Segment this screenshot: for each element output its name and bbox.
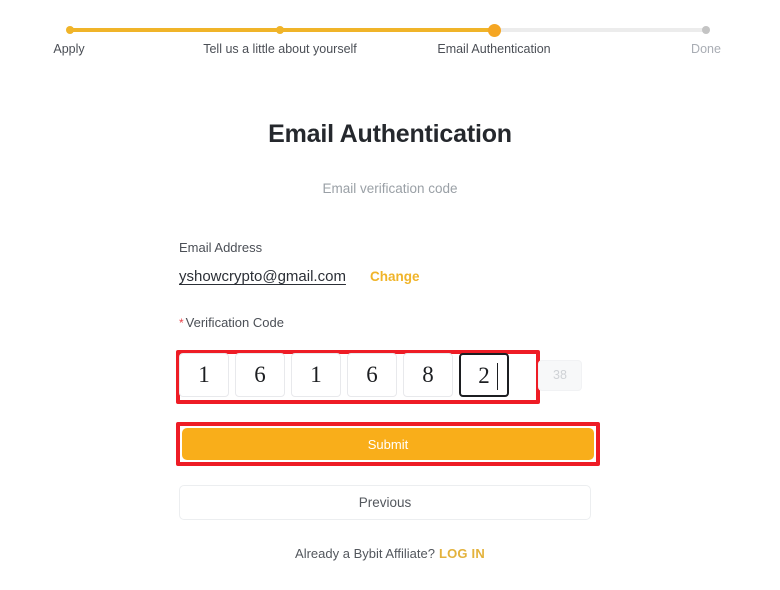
previous-button[interactable]: Previous — [179, 485, 591, 520]
footer-text: Already a Bybit Affiliate? — [295, 546, 435, 561]
submit-button[interactable]: Submit — [182, 428, 594, 460]
stepper-dot-email-authentication — [488, 23, 501, 37]
verification-code-inputs: 1 6 1 6 8 2 38 — [179, 353, 582, 397]
progress-stepper: Apply Tell us a little about yourself Em… — [0, 22, 780, 92]
change-email-link[interactable]: Change — [370, 269, 420, 284]
email-row: yshowcrypto@gmail.com Change — [179, 268, 591, 285]
stepper-dot-done — [702, 26, 710, 34]
code-digit-3[interactable]: 1 — [291, 353, 341, 397]
stepper-label-done: Done — [691, 42, 721, 56]
code-digit-6[interactable]: 2 — [459, 353, 509, 397]
stepper-dot-about-you — [276, 26, 284, 34]
stepper-label-apply: Apply — [53, 42, 85, 56]
footer-login-prompt: Already a Bybit Affiliate? LOG IN — [0, 546, 780, 561]
verification-code-label-text: Verification Code — [185, 315, 284, 330]
email-authentication-page: Apply Tell us a little about yourself Em… — [0, 0, 780, 590]
required-asterisk-icon: * — [179, 316, 184, 330]
page-subtitle: Email verification code — [322, 181, 458, 196]
stepper-label-email-authentication: Email Authentication — [437, 42, 551, 56]
stepper-dot-apply — [66, 26, 74, 34]
code-digit-6-value: 2 — [478, 363, 490, 388]
verification-form: Email Address yshowcrypto@gmail.com Chan… — [176, 240, 600, 520]
email-address-label: Email Address — [179, 240, 263, 255]
verification-code-label: * Verification Code — [179, 315, 591, 330]
code-digit-1[interactable]: 1 — [179, 353, 229, 397]
code-digit-4[interactable]: 6 — [347, 353, 397, 397]
stepper-label-about-you: Tell us a little about yourself — [203, 42, 357, 56]
code-digit-2[interactable]: 6 — [235, 353, 285, 397]
code-digit-5[interactable]: 8 — [403, 353, 453, 397]
email-address-value: yshowcrypto@gmail.com — [179, 268, 346, 285]
page-title: Email Authentication — [268, 120, 512, 148]
text-caret — [496, 363, 498, 390]
log-in-link[interactable]: LOG IN — [439, 546, 485, 561]
resend-countdown-button[interactable]: 38 — [538, 359, 582, 391]
